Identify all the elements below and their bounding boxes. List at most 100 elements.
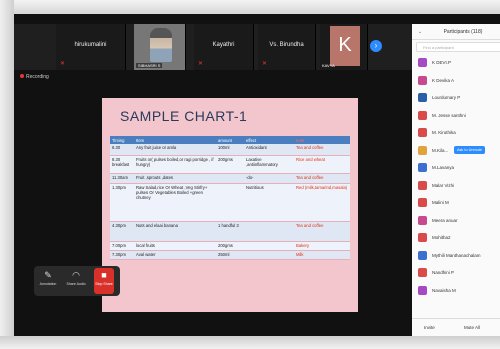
participant-name: Malini M	[432, 200, 449, 205]
table-cell-timing: 7.00pm	[110, 241, 134, 251]
participant-name: M.Lavanya	[432, 165, 455, 170]
video-tile[interactable]: K KAVYA	[320, 24, 368, 70]
avatar: K	[330, 26, 360, 66]
participant-list-item[interactable]: M. Jesse santhni	[412, 107, 500, 125]
participant-name: Meera anuar	[432, 217, 458, 223]
table-cell-note: Tea and coffee	[294, 173, 350, 184]
table-cell-amount	[216, 183, 244, 222]
table-cell-timing: 4.30pm	[110, 221, 134, 242]
video-tile[interactable]: Vs. Birundha ✕	[258, 24, 316, 70]
monitor-frame-top	[0, 0, 500, 14]
participant-name: M. Kiruthika	[432, 130, 456, 135]
table-cell-note: Milk	[294, 250, 350, 260]
next-page-arrow-icon[interactable]: ›	[370, 40, 382, 52]
invite-button[interactable]: Invite	[424, 325, 435, 330]
avatar	[418, 285, 427, 295]
table-row: 4.30pm Nuts and elaai banana 1 handful 3 Te…	[110, 221, 350, 242]
column-header: Timing	[110, 136, 134, 144]
participant-list-item[interactable]: Mohitha2	[412, 229, 500, 247]
participant-name: Mythili Manthanachalam	[432, 252, 481, 258]
avatar	[418, 268, 427, 277]
table-row: 1.30pm Raw Salad,rice Or Wheat ,Veg Stirf…	[110, 183, 350, 222]
participant-list-item[interactable]: Nandhini P	[412, 264, 500, 282]
participant-name: KAVYA	[322, 63, 335, 68]
table-row: 7.00pm local fruits 200gms Bakery	[110, 241, 350, 251]
participant-list-item[interactable]: Malini M	[412, 194, 500, 212]
table-cell-timing: 11.30am	[110, 173, 134, 184]
participants-panel: ⌄ Participants (118) Find a participant …	[412, 24, 500, 336]
panel-title: Participants (118)	[443, 29, 483, 35]
monitor-frame-bottom	[0, 336, 500, 349]
table-cell-amount: 200gms	[216, 241, 244, 251]
table-cell-effect: Laxative ,antiinflammatory	[244, 155, 294, 174]
diet-chart-table: Timing Item amount effect note 6.30 Any f…	[110, 136, 350, 260]
table-cell-note: Tea and coffee	[294, 144, 350, 156]
table-row: 8.30 breakfast Fruits or( pulses boiled,o…	[110, 155, 350, 174]
panel-footer: Invite Mute All	[412, 318, 500, 336]
participant-name: Vs. Birundha	[269, 42, 304, 48]
avatar	[418, 198, 427, 207]
participant-name: Navaisha M	[432, 287, 456, 293]
table-cell-note: Bakery	[294, 241, 350, 251]
table-cell-note: Red (milk,tamarind,masala)	[294, 183, 350, 222]
muted-mic-icon: ✕	[60, 61, 66, 67]
avatar	[418, 233, 427, 242]
table-cell-effect: -do-	[244, 173, 294, 184]
video-tile[interactable]: Kayathri ✕	[194, 24, 254, 70]
video-tile[interactable]: hirukumalini ✕	[56, 24, 126, 70]
shared-slide: SAMPLE CHART-1 Timing Item amount effect…	[102, 98, 358, 312]
table-cell-amount: 200gms	[216, 155, 244, 174]
table-cell-note: Tea and coffee	[294, 221, 350, 242]
participant-list-item[interactable]: Lourdumary P	[412, 89, 500, 107]
table-cell-effect: Antioxidant	[244, 144, 294, 156]
annotation-button[interactable]: ✎ Annotation	[38, 268, 58, 294]
table-cell-item: local fruits	[134, 241, 216, 251]
participant-list-item[interactable]: M.Lavanya	[412, 159, 500, 177]
participant-list-item[interactable]: K DEVI.P	[412, 54, 500, 72]
table-cell-item: Fruit ,sprouts ,dates	[134, 173, 216, 184]
slide-title: SAMPLE CHART-1	[120, 108, 248, 124]
stop-share-button[interactable]: ■ Stop Share	[94, 268, 114, 294]
recording-indicator: Recording	[20, 74, 49, 80]
column-header: amount	[216, 136, 244, 144]
table-cell-timing: 7.30pm	[110, 250, 134, 260]
table-cell-item: Fruits or( pulses boiled,or ragi porridg…	[134, 155, 216, 174]
participant-list-item[interactable]: Malar Vizhi	[412, 177, 500, 195]
participant-name: SIBHASRI S	[136, 63, 163, 68]
participant-list-item[interactable]: Mythili Manthanachalam	[412, 247, 500, 265]
muted-mic-icon: ✕	[262, 61, 268, 67]
participant-name: K DEVI.P	[432, 60, 452, 65]
video-tile[interactable]: SIBHASRI S	[134, 24, 186, 70]
table-cell-item: Aval water	[134, 250, 216, 260]
table-cell-timing: 6.30	[110, 144, 134, 156]
share-audio-button[interactable]: ◠ Share Audio	[66, 268, 86, 294]
chevron-down-icon[interactable]: ⌄	[418, 24, 422, 40]
avatar	[418, 128, 427, 137]
participant-name: Malar Vizhi	[432, 182, 455, 188]
avatar	[418, 145, 427, 155]
column-header: note	[294, 136, 350, 144]
table-row: 6.30 Any fruit juice or amla 100ml Antioxid…	[110, 144, 350, 156]
column-header: Item	[134, 136, 216, 144]
participant-list-item[interactable]: M. Kiruthika	[412, 124, 500, 142]
ask-to-unmute-button[interactable]: Ask to Unmute	[454, 145, 485, 154]
table-cell-effect	[244, 221, 294, 242]
share-audio-label: Share Audio	[66, 282, 86, 286]
table-cell-effect	[244, 250, 294, 260]
column-header: effect	[244, 136, 294, 144]
participant-list-item[interactable]: M.Kila... Ask to Unmute	[412, 142, 500, 160]
table-cell-item: Nuts and elaai banana	[134, 221, 216, 242]
participant-list-item[interactable]: Meera anuar	[412, 212, 500, 230]
avatar	[418, 93, 427, 102]
mute-all-button[interactable]: Mute All	[464, 325, 480, 330]
search-input[interactable]: Find a participant	[416, 42, 500, 52]
participant-list-item[interactable]: K Devika A	[412, 72, 500, 90]
participant-name: Mohitha2	[432, 235, 451, 240]
wifi-icon: ◠	[72, 270, 80, 280]
avatar	[418, 75, 427, 85]
table-cell-timing: 1.30pm	[110, 183, 134, 222]
table-row: 7.30pm Aval water 250ml Milk	[110, 250, 350, 260]
participant-list-item[interactable]: Navaisha M	[412, 282, 500, 300]
monitor-frame-left	[0, 0, 14, 349]
pencil-icon: ✎	[44, 270, 52, 280]
